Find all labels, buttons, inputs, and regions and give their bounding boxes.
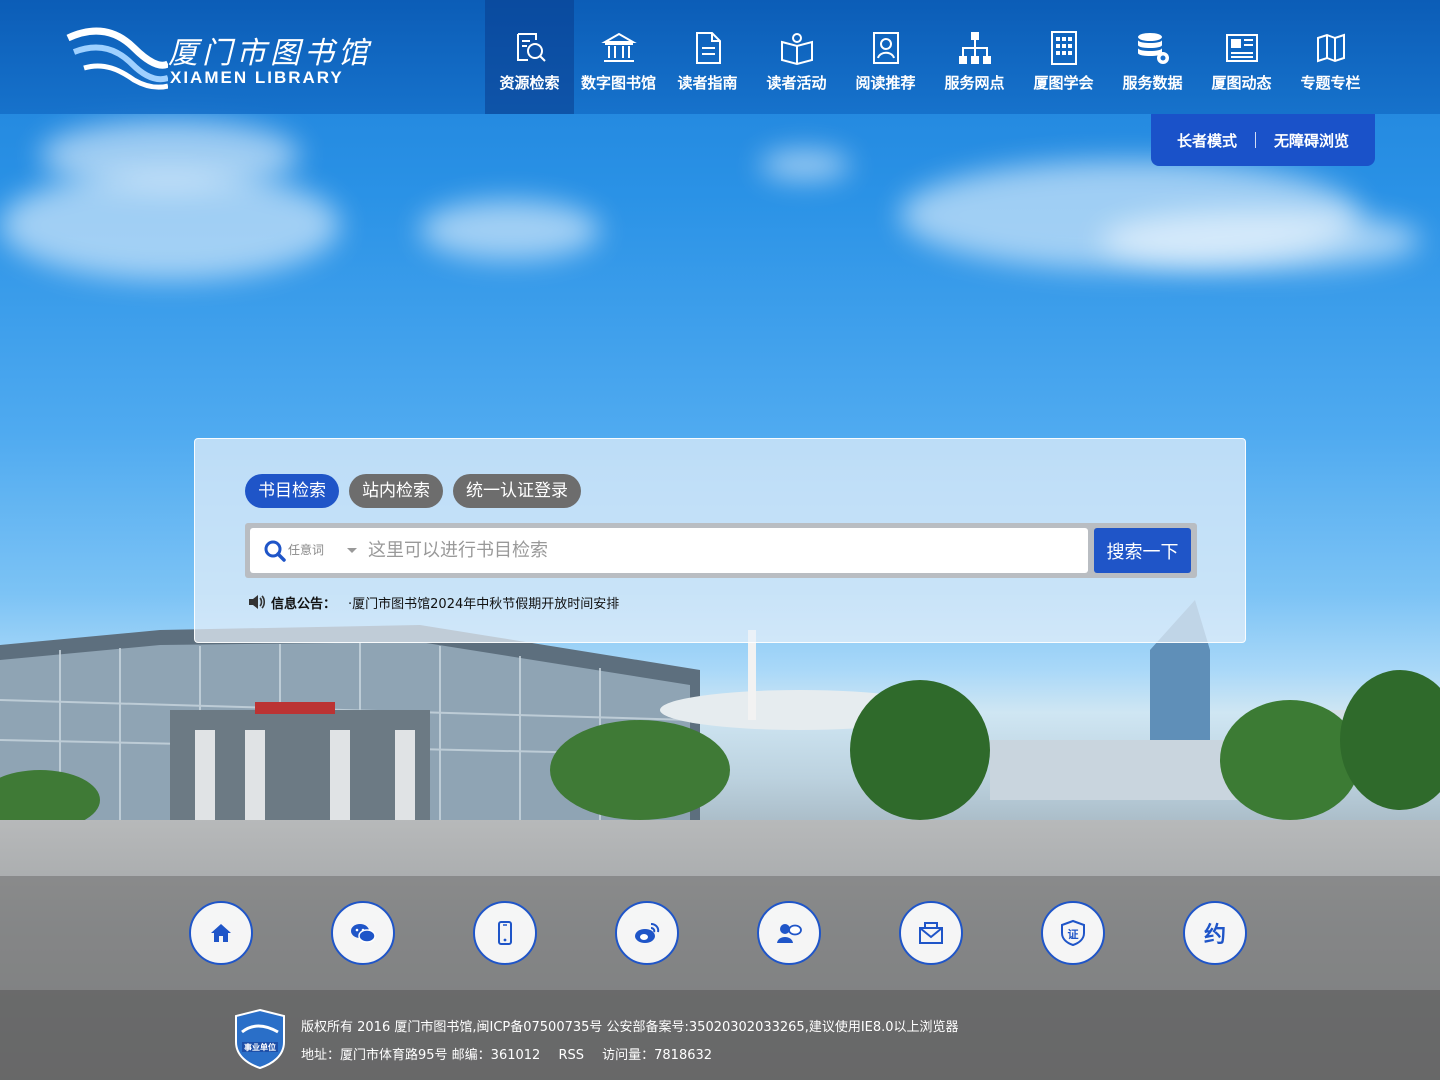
tab-unified-login[interactable]: 统一认证登录 [453,474,581,508]
quick-link-mail[interactable] [899,901,963,965]
wave-logo-icon [66,27,168,90]
document-icon [695,32,721,64]
nav-label: 专题专栏 [1300,74,1361,92]
quick-link-certificate[interactable]: 证 [1041,901,1105,965]
certificate-icon: 证 [1061,919,1085,947]
main-nav: 资源检索 数字图书馆 读者指南 读者活动 阅读推荐 服务网点 厦图学会 服务数据… [485,0,1375,114]
wechat-icon [351,924,376,943]
book-column-icon [1316,33,1345,63]
nav-label: 数字图书馆 [580,74,656,92]
certificate-label: 证 [1068,928,1079,941]
quick-links-bar: 证 约 [0,876,1440,990]
nav-label: 读者指南 [677,74,738,92]
notice-label: 信息公告： [271,596,337,612]
open-book-icon [780,33,813,66]
nav-item-digital-library[interactable]: 数字图书馆 [574,0,663,114]
logo-chinese-name: 厦门市图书馆 [168,36,372,71]
tab-catalog-search[interactable]: 书目检索 [245,474,339,508]
nav-label: 阅读推荐 [855,74,916,92]
address-text: 地址：厦门市体育路95号 邮编：361012 [301,1048,541,1063]
reader-profile-icon [872,32,899,64]
quick-link-consult[interactable] [757,901,821,965]
search-scope-select[interactable]: 任意词 [288,528,362,573]
nav-label: 读者活动 [766,74,827,92]
footer-info: 地址：厦门市体育路95号 邮编：361012 RSS 访问量：7818632 [301,1044,726,1063]
appointment-label: 约 [1203,923,1226,948]
search-field: 任意词 [250,528,1088,573]
tab-site-search[interactable]: 站内检索 [349,474,443,508]
network-icon [958,32,991,64]
display-mode-switch: 长者模式 无障碍浏览 [1151,114,1375,166]
rss-link[interactable]: RSS [558,1048,584,1063]
weibo-icon [635,923,660,943]
site-logo[interactable]: 厦门市图书馆 XIAMEN LIBRARY [64,22,374,92]
nav-item-special-column[interactable]: 专题专栏 [1286,0,1375,114]
quick-link-home[interactable] [189,901,253,965]
search-input[interactable] [368,528,1078,573]
nav-label: 服务数据 [1122,74,1183,92]
nav-item-reading-recommend[interactable]: 阅读推荐 [841,0,930,114]
mobile-icon [498,921,512,945]
mail-icon [919,922,943,944]
accessible-browse-link[interactable]: 无障碍浏览 [1274,130,1349,151]
site-header: 厦门市图书馆 XIAMEN LIBRARY 资源检索 数字图书馆 读者指南 读者… [0,0,1440,114]
library-building-icon [600,32,637,62]
quick-link-wechat[interactable] [331,901,395,965]
search-panel: 书目检索 站内检索 统一认证登录 任意词 搜索一下 信息公告： ·厦门市图书馆2… [194,438,1246,643]
nav-item-service-data[interactable]: 服务数据 [1108,0,1197,114]
nav-label: 资源检索 [499,74,560,92]
quick-link-weibo[interactable] [615,901,679,965]
logo-english-name: XIAMEN LIBRARY [170,68,344,87]
nav-label: 服务网点 [944,74,1005,92]
elder-mode-link[interactable]: 长者模式 [1177,130,1237,151]
search-tabs: 书目检索 站内检索 统一认证登录 [245,474,581,508]
site-footer: 事业单位 版权所有 2016 厦门市图书馆,闽ICP备07500735号 公安部… [0,990,1440,1080]
database-gear-icon [1137,33,1169,64]
speaker-icon [249,595,265,609]
badge-text: 事业单位 [244,1042,276,1052]
building-grid-icon [1050,31,1077,65]
search-bar: 任意词 搜索一下 [245,523,1197,578]
search-scope-value: 任意词 [288,543,325,557]
notice-link[interactable]: ·厦门市图书馆2024年中秋节假期开放时间安排 [348,593,619,612]
public-institution-badge[interactable]: 事业单位 [234,1008,286,1070]
chevron-down-icon [347,548,357,553]
nav-label: 厦图学会 [1033,74,1094,92]
home-icon [211,924,231,942]
notice-bar: 信息公告： ·厦门市图书馆2024年中秋节假期开放时间安排 [247,591,619,613]
quick-link-appointment[interactable]: 约 [1183,901,1247,965]
quick-link-mobile[interactable] [473,901,537,965]
nav-item-library-news[interactable]: 厦图动态 [1197,0,1286,114]
nav-item-service-points[interactable]: 服务网点 [930,0,1019,114]
search-icon [264,540,286,562]
nav-label: 厦图动态 [1211,74,1272,92]
visit-counter: 访问量：7818632 [602,1048,713,1063]
nav-item-library-society[interactable]: 厦图学会 [1019,0,1108,114]
search-button[interactable]: 搜索一下 [1094,528,1191,573]
newspaper-icon [1225,34,1258,62]
mode-divider [1255,132,1256,148]
user-chat-icon [777,924,802,943]
nav-item-reader-guide[interactable]: 读者指南 [663,0,752,114]
nav-item-reader-activities[interactable]: 读者活动 [752,0,841,114]
nav-item-resource-search[interactable]: 资源检索 [485,0,574,114]
copyright-text: 版权所有 2016 厦门市图书馆,闽ICP备07500735号 公安部备案号:3… [301,1020,959,1035]
search-document-icon [516,33,546,62]
